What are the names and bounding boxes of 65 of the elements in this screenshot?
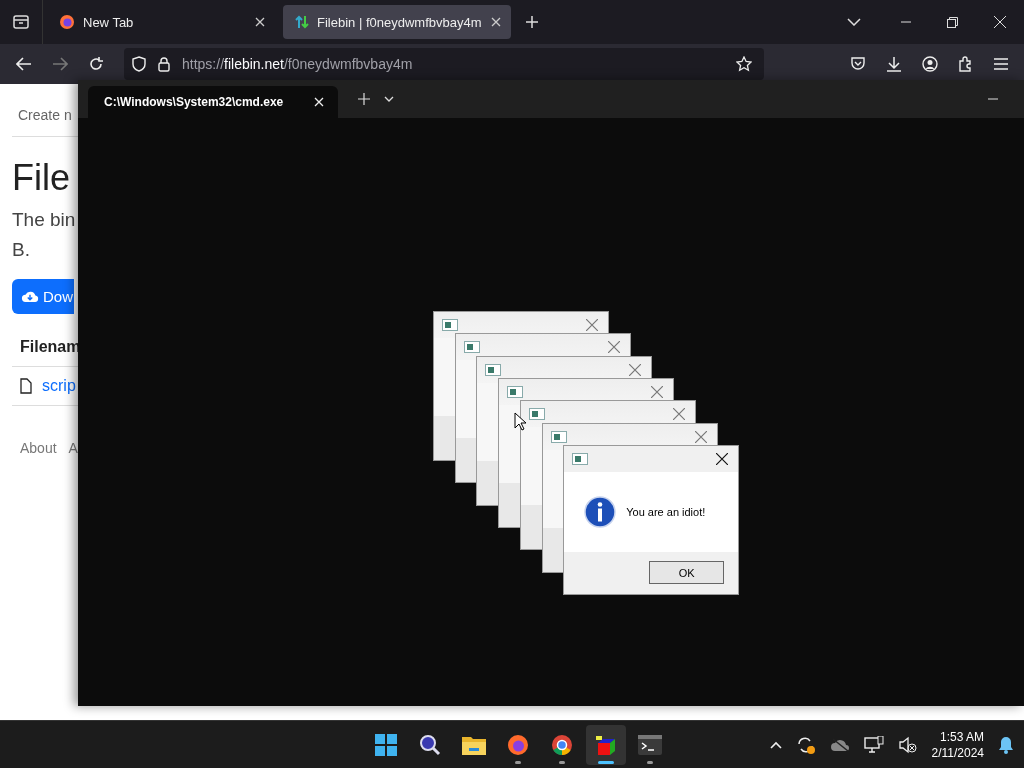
browser-tab[interactable]: New Tab [47,5,275,39]
tab-list-icon[interactable] [12,14,30,30]
dialog-message: You are an idiot! [626,505,706,518]
app-icon [572,452,589,465]
cloud-icon[interactable] [829,737,850,752]
new-tab-icon[interactable] [358,93,370,105]
account-icon[interactable] [922,56,938,72]
star-icon[interactable] [736,56,752,72]
footer-link[interactable]: A [68,440,78,456]
reload-icon[interactable] [88,56,104,72]
app-icon [463,341,480,354]
app-icon [485,363,502,376]
arrows-icon [295,14,309,30]
clock-time: 1:53 AM [939,729,984,744]
clock[interactable]: 1:53 AM 2/11/2024 [931,729,984,760]
lock-icon[interactable] [158,56,170,72]
footer-link[interactable]: About [20,440,57,456]
restore-icon[interactable] [947,16,958,28]
tab-title: New Tab [83,14,135,30]
firefox-icon [507,733,529,756]
file-link[interactable]: scrip [42,377,76,395]
close-icon[interactable] [716,452,729,465]
extensions-icon[interactable] [958,56,974,72]
app-icon [507,385,524,398]
shield-icon[interactable] [132,56,146,72]
terminal-icon [638,734,662,755]
terminal-tab[interactable]: C:\Windows\System32\cmd.exe [88,86,338,118]
description-text: The bin [12,208,77,232]
app-icon [442,319,458,331]
firefox-icon [59,14,75,30]
mouse-pointer-icon [514,412,526,431]
new-tab-icon[interactable] [525,15,539,29]
app-icon [550,430,567,443]
table-header: Filenam [19,337,82,357]
ok-button[interactable]: OK [649,561,725,585]
folder-icon [462,734,486,755]
page-heading: File [12,157,70,199]
bell-icon[interactable] [998,735,1014,754]
download-icon[interactable] [886,56,902,72]
description-text: B. [12,238,31,262]
clock-date: 2/11/2024 [931,745,984,760]
pocket-icon[interactable] [850,56,866,72]
info-icon [584,495,617,528]
muted-speaker-icon[interactable] [897,735,918,754]
chevron-down-icon[interactable] [847,18,861,26]
chevron-up-icon[interactable] [769,740,782,749]
taskbar-app[interactable] [586,724,626,765]
chevron-down-icon[interactable] [384,96,394,102]
forward-icon[interactable] [52,57,68,71]
address-bar[interactable]: https://filebin.net/f0neydwmfbvbay4m [124,48,764,80]
network-icon[interactable] [863,735,884,754]
cloud-download-icon [21,289,39,304]
nav-link[interactable]: Create n [12,96,72,136]
file-icon [20,378,32,394]
terminal-tab-title: C:\Windows\System32\cmd.exe [104,95,284,109]
search-icon [419,733,441,756]
browser-tab[interactable]: Filebin | f0neydwmfbvbay4m [283,5,511,39]
back-icon[interactable] [16,57,32,71]
url-text: https://filebin.net/f0neydwmfbvbay4m [182,56,413,72]
menu-icon[interactable] [994,58,1008,70]
windows-icon [375,733,397,756]
app-icon [528,408,545,421]
tab-title: Filebin | f0neydwmfbvbay4m [317,14,483,30]
chrome-icon [551,733,573,756]
download-button[interactable]: Dow [12,279,74,314]
